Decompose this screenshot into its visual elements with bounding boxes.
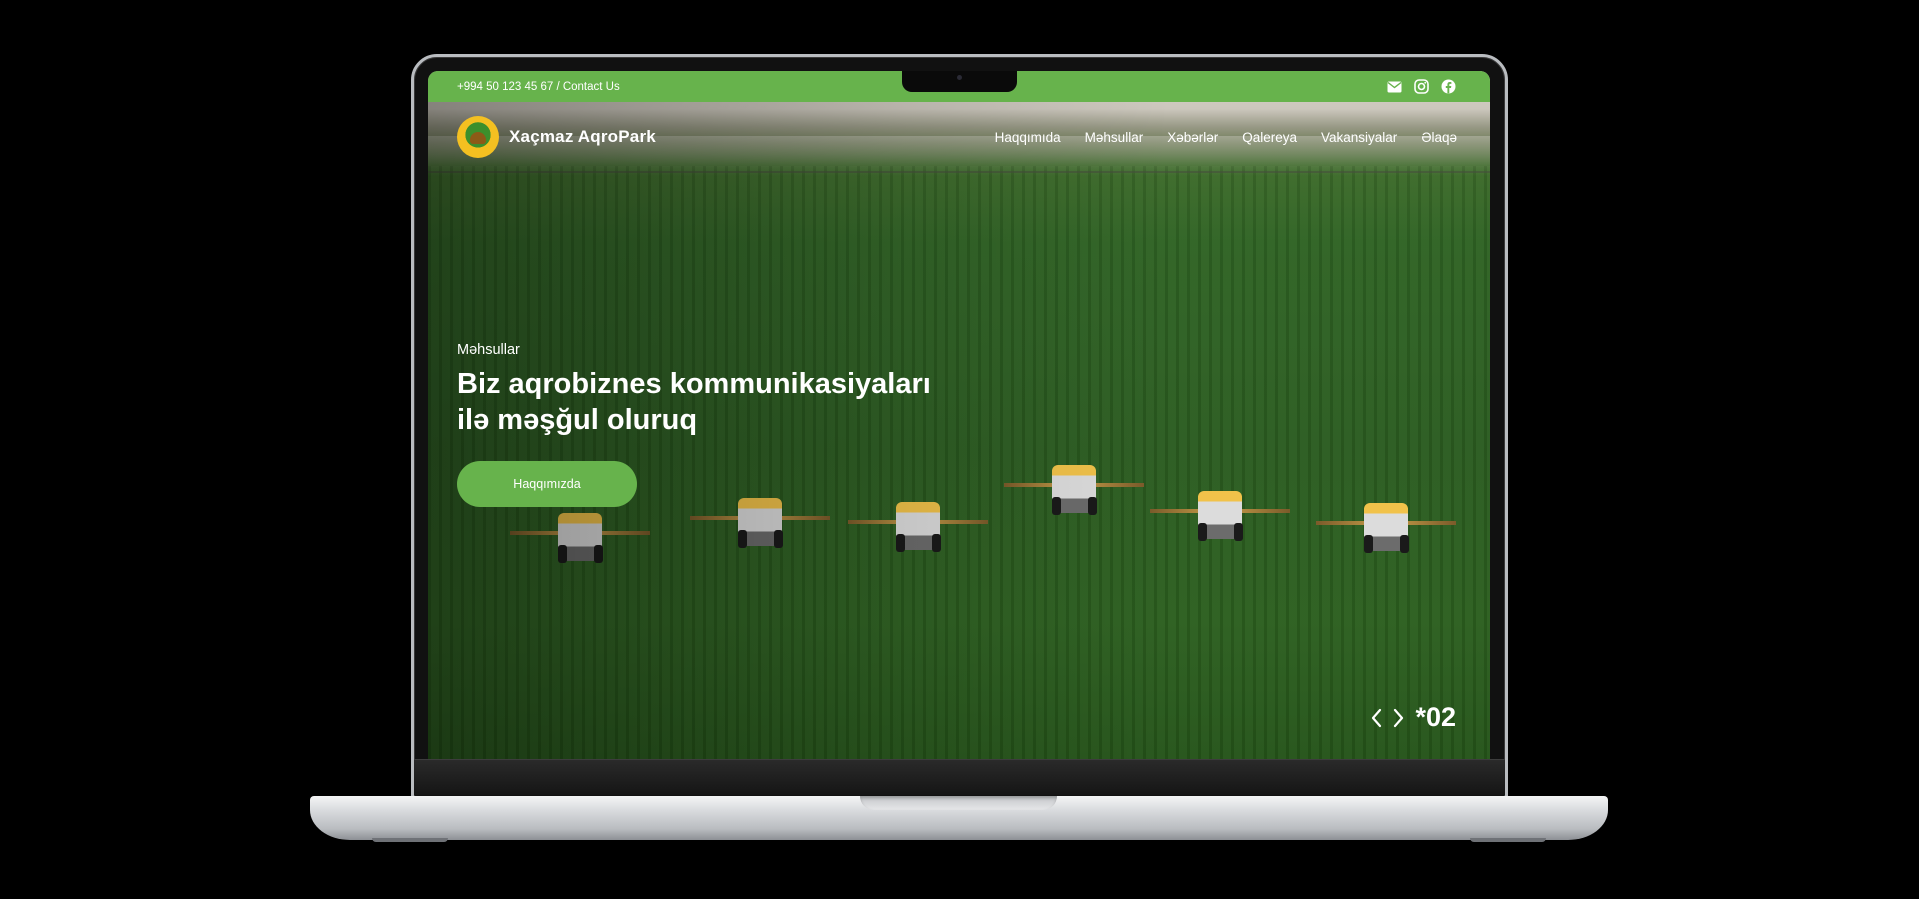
- instagram-icon[interactable]: [1413, 79, 1429, 95]
- camera-notch: [902, 71, 1017, 92]
- nav-item-mehsullar[interactable]: Məhsullar: [1085, 130, 1144, 145]
- nav-item-qalereya[interactable]: Qalereya: [1242, 130, 1297, 145]
- nav-item-vakansiyalar[interactable]: Vakansiyalar: [1321, 130, 1397, 145]
- slider-controls: *02: [1367, 702, 1456, 733]
- hero-headline-line2: ilə məşğul oluruq: [457, 404, 698, 436]
- social-links: [1386, 79, 1456, 95]
- about-us-button[interactable]: Haqqımızda: [457, 461, 637, 507]
- hero-headline: Biz aqrobiznes kommunikasiyaları ilə məş…: [457, 366, 1017, 438]
- chevron-right-icon[interactable]: [1390, 706, 1408, 730]
- chevron-left-icon[interactable]: [1367, 706, 1385, 730]
- laptop-foot: [372, 838, 448, 842]
- mail-icon[interactable]: [1386, 79, 1402, 95]
- slide-counter: *02: [1415, 702, 1456, 732]
- facebook-icon[interactable]: [1440, 79, 1456, 95]
- hero-eyebrow: Məhsullar: [457, 342, 520, 358]
- camera-dot: [957, 75, 962, 80]
- nav-item-haqqimida[interactable]: Haqqımıda: [995, 130, 1061, 145]
- contact-link[interactable]: +994 50 123 45 67 / Contact Us: [457, 81, 620, 93]
- laptop-mockup: +994 50 123 45 67 / Contact Us Xaçmaz Aq…: [0, 0, 1919, 899]
- laptop-foot: [1470, 838, 1546, 842]
- nav-menu: Haqqımıda Məhsullar Xəbərlər Qalereya Va…: [995, 130, 1457, 145]
- hero-headline-line1: Biz aqrobiznes kommunikasiyaları: [457, 368, 931, 400]
- laptop-opening-groove: [860, 796, 1057, 810]
- laptop-screen: +994 50 123 45 67 / Contact Us Xaçmaz Aq…: [428, 71, 1490, 759]
- nav-item-elaqe[interactable]: Əlaqə: [1421, 130, 1457, 145]
- hero-content: Məhsullar Biz aqrobiznes kommunikasiyala…: [457, 342, 1017, 507]
- brand[interactable]: Xaçmaz AqroPark: [457, 116, 656, 158]
- brand-logo: [457, 116, 499, 158]
- brand-name: Xaçmaz AqroPark: [509, 127, 656, 146]
- laptop-bottom-bezel: [414, 759, 1505, 795]
- nav-item-xeberler[interactable]: Xəbərlər: [1167, 130, 1218, 145]
- main-navigation: Xaçmaz AqroPark Haqqımıda Məhsullar Xəbə…: [428, 102, 1490, 172]
